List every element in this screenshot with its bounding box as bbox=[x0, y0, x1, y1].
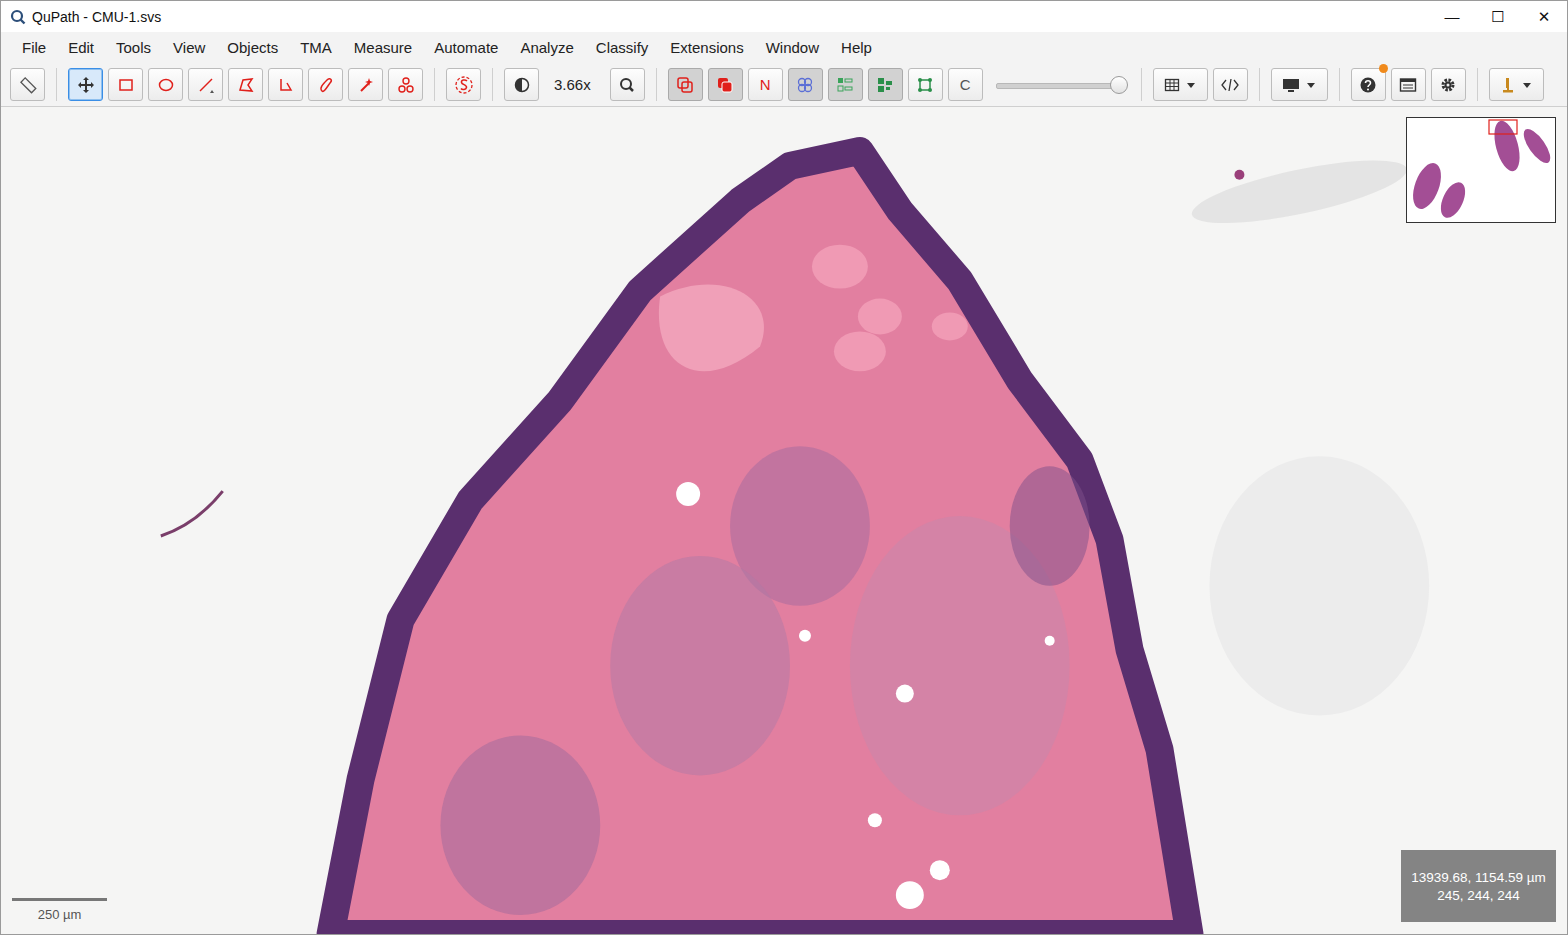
menu-item[interactable]: View bbox=[162, 35, 216, 60]
filled-detections-icon bbox=[836, 76, 854, 94]
dropdown-arrow-icon bbox=[1186, 81, 1196, 89]
menu-item[interactable]: Objects bbox=[216, 35, 289, 60]
polygon-icon bbox=[237, 76, 255, 94]
line-tool-button[interactable] bbox=[188, 68, 223, 101]
window-control-button[interactable]: ☐ bbox=[1475, 1, 1521, 32]
points-tool-button[interactable] bbox=[388, 68, 423, 101]
polygon-tool-button[interactable] bbox=[228, 68, 263, 101]
pixel-classification-button[interactable] bbox=[868, 68, 903, 101]
fill-annotations-button[interactable] bbox=[708, 68, 743, 101]
window-title: QuPath - CMU-1.svs bbox=[32, 9, 161, 25]
update-badge bbox=[1379, 64, 1388, 73]
menu-bar: FileEditToolsViewObjectsTMAMeasureAutoma… bbox=[1, 32, 1567, 63]
image-viewer[interactable]: 250 µm 13939.68, 1154.59 µm 245, 244, 24… bbox=[1, 107, 1567, 934]
menu-item[interactable]: Tools bbox=[105, 35, 162, 60]
help-button[interactable] bbox=[1351, 68, 1386, 101]
overview-thumbnail[interactable] bbox=[1406, 117, 1556, 223]
menu-item[interactable]: Analyze bbox=[509, 35, 584, 60]
title-bar: QuPath - CMU-1.svs —☐✕ bbox=[1, 1, 1567, 32]
move-tool-button[interactable] bbox=[68, 68, 103, 101]
opacity-slider[interactable] bbox=[996, 75, 1122, 95]
line-icon bbox=[197, 76, 215, 94]
window-control-button[interactable]: — bbox=[1429, 1, 1475, 32]
cursor-position: 13939.68, 1154.59 µm bbox=[1411, 870, 1545, 885]
rectangle-tool-button[interactable] bbox=[108, 68, 143, 101]
ellipse-tool-button[interactable] bbox=[148, 68, 183, 101]
code-icon bbox=[1220, 77, 1240, 93]
measure-button[interactable] bbox=[10, 68, 45, 101]
selection-mode-icon bbox=[454, 75, 474, 95]
log-icon bbox=[1399, 77, 1417, 93]
move-icon bbox=[77, 76, 95, 94]
annotations-icon bbox=[676, 76, 694, 94]
ellipse-icon bbox=[157, 76, 175, 94]
menu-item[interactable]: Edit bbox=[57, 35, 105, 60]
scale-bar: 250 µm bbox=[12, 898, 107, 922]
qupath-logo-icon bbox=[10, 9, 26, 25]
table-icon bbox=[1164, 77, 1180, 93]
slide-overview-icon bbox=[1407, 118, 1555, 222]
brush-tool-button[interactable] bbox=[308, 68, 343, 101]
pixel-classification-icon bbox=[876, 76, 894, 94]
polyline-tool-button[interactable] bbox=[268, 68, 303, 101]
window-control-button[interactable]: ✕ bbox=[1521, 1, 1567, 32]
help-icon bbox=[1359, 76, 1377, 94]
dropdown-arrow-icon bbox=[1306, 81, 1316, 89]
zoom-to-fit-button[interactable] bbox=[610, 68, 645, 101]
measurement-table-button[interactable] bbox=[1153, 68, 1208, 101]
cell-boundaries-button[interactable]: C bbox=[948, 68, 983, 101]
ruler-icon bbox=[19, 76, 37, 94]
zoom-label: 3.66x bbox=[544, 76, 605, 93]
preferences-button[interactable] bbox=[1431, 68, 1466, 101]
menu-item[interactable]: Automate bbox=[423, 35, 509, 60]
tma-grid-button[interactable] bbox=[908, 68, 943, 101]
contrast-icon bbox=[513, 76, 531, 94]
menu-item[interactable]: File bbox=[11, 35, 57, 60]
menu-item[interactable]: Extensions bbox=[659, 35, 754, 60]
magnifier-icon bbox=[618, 76, 636, 94]
tissue-image bbox=[1, 107, 1567, 934]
selection-mode-button[interactable] bbox=[446, 68, 481, 101]
tma-grid-icon bbox=[916, 76, 934, 94]
menu-item[interactable]: Help bbox=[830, 35, 883, 60]
rectangle-icon bbox=[117, 76, 135, 94]
microscope-icon bbox=[1500, 76, 1516, 94]
show-names-button[interactable]: N bbox=[748, 68, 783, 101]
menu-item[interactable]: Window bbox=[755, 35, 830, 60]
brush-icon bbox=[317, 76, 335, 94]
fill-detections-button[interactable] bbox=[828, 68, 863, 101]
wand-icon bbox=[357, 76, 375, 94]
polyline-icon bbox=[277, 76, 295, 94]
menu-item[interactable]: Classify bbox=[585, 35, 660, 60]
monitor-icon bbox=[1282, 77, 1300, 93]
filled-annotations-icon bbox=[716, 76, 734, 94]
cursor-info-box: 13939.68, 1154.59 µm 245, 244, 244 bbox=[1401, 850, 1556, 922]
menu-item[interactable]: TMA bbox=[289, 35, 343, 60]
gear-icon bbox=[1439, 76, 1457, 94]
scale-bar-label: 250 µm bbox=[38, 907, 82, 922]
stain-settings-button[interactable] bbox=[1489, 68, 1544, 101]
toolbar: 3.66x N C bbox=[1, 63, 1567, 107]
brightness-contrast-button[interactable] bbox=[504, 68, 539, 101]
show-detections-button[interactable] bbox=[788, 68, 823, 101]
menu-item[interactable]: Measure bbox=[343, 35, 423, 60]
show-annotations-button[interactable] bbox=[668, 68, 703, 101]
viewer-display-button[interactable] bbox=[1271, 68, 1328, 101]
qupath-window: QuPath - CMU-1.svs —☐✕ FileEditToolsView… bbox=[0, 0, 1568, 935]
detections-icon bbox=[796, 76, 814, 94]
wand-tool-button[interactable] bbox=[348, 68, 383, 101]
log-button[interactable] bbox=[1391, 68, 1426, 101]
points-icon bbox=[397, 76, 415, 94]
dropdown-arrow-icon bbox=[1522, 81, 1532, 89]
pixel-rgb-value: 245, 244, 244 bbox=[1437, 888, 1520, 903]
script-editor-button[interactable] bbox=[1213, 68, 1248, 101]
